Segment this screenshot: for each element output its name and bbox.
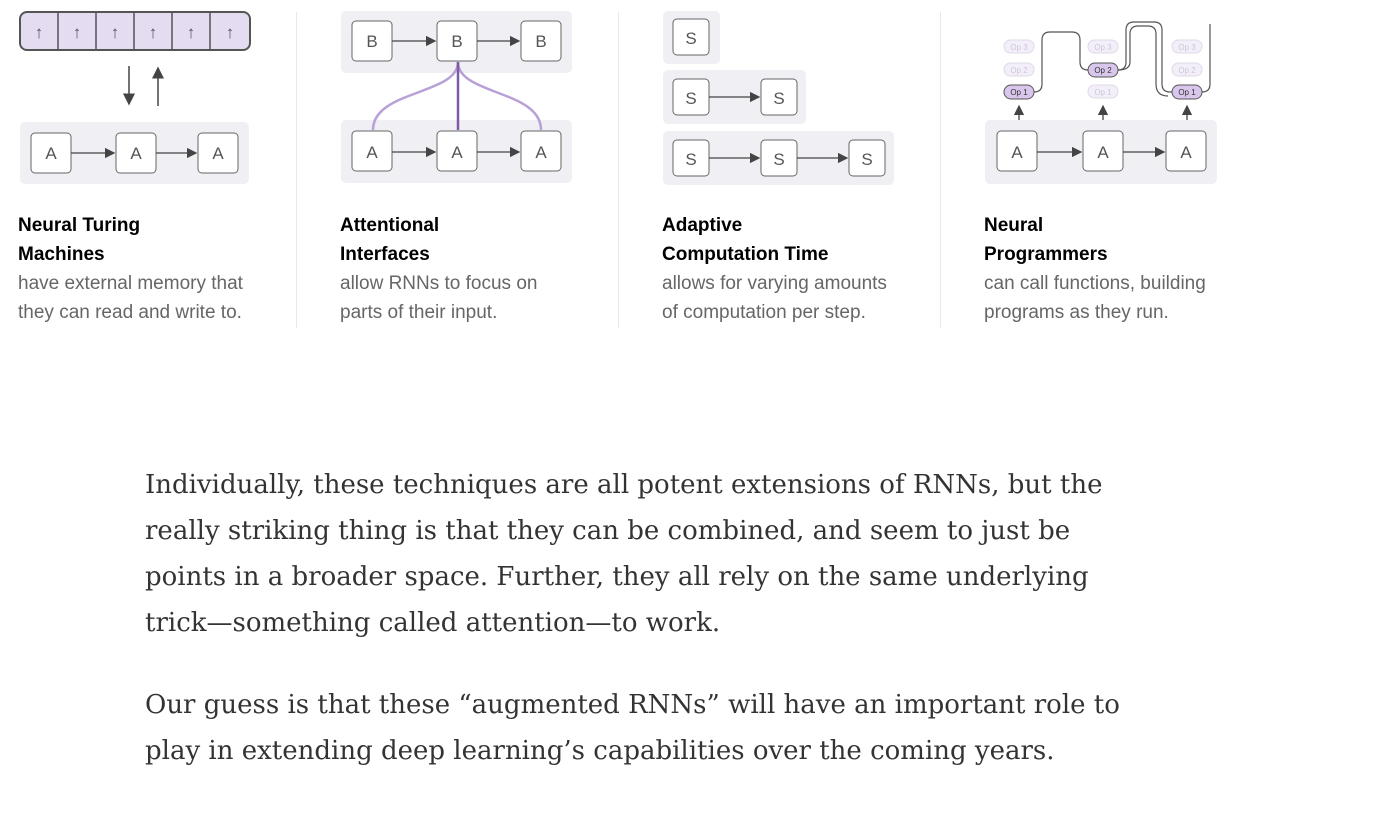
act-diagram: S S S S S S: [662, 0, 962, 200]
step-node: S: [685, 89, 696, 108]
figure-neural-turing-machines: ↑ ↑ ↑ ↑ ↑ ↑ A A A Neural Turing Machines…: [18, 0, 318, 330]
caption-title: Computation Time: [662, 244, 829, 265]
op-label: Op 3: [1010, 43, 1028, 52]
step-node: S: [685, 150, 696, 169]
rnn-node: A: [45, 144, 57, 163]
caption-title: Programmers: [984, 244, 1108, 265]
step-node: S: [773, 150, 784, 169]
rnn-node: A: [1011, 143, 1023, 162]
figure-attentional-interfaces: B B B A A A Attentional Interfaces allow…: [340, 0, 640, 330]
caption-description: of computation per step.: [662, 302, 866, 323]
op-column-3: Op 3 Op 2 Op 1: [1171, 39, 1203, 100]
output-nodes: B B B: [351, 20, 562, 62]
input-nodes: A A A: [351, 130, 562, 172]
text-line: play in extending deep learning’s capabi…: [145, 736, 1055, 766]
memory-cell: ↑: [149, 23, 158, 42]
op-label-active: Op 1: [1010, 88, 1028, 97]
controller-nodes: A A A: [30, 132, 239, 174]
caption-description: allows for varying amounts: [662, 273, 887, 294]
step-node: S: [861, 150, 872, 169]
article-body: Individually, these techniques are all p…: [145, 462, 1145, 810]
read-write-arrows: [123, 66, 164, 106]
output-node: B: [451, 32, 462, 51]
rnn-node: A: [1097, 143, 1109, 162]
rnn-node: A: [366, 143, 378, 162]
rnn-node: A: [212, 144, 224, 163]
paragraph: Individually, these techniques are all p…: [145, 462, 1145, 646]
caption-title: Attentional: [340, 215, 440, 236]
caption-description: parts of their input.: [340, 302, 498, 323]
step-row-1: S: [663, 11, 720, 64]
memory-cell: ↑: [73, 23, 82, 42]
text-line: Individually, these techniques are all p…: [145, 470, 1103, 500]
rnn-node: A: [1180, 143, 1192, 162]
caption-title: Neural Turing: [18, 215, 141, 236]
caption-title: Adaptive: [662, 215, 743, 236]
memory-cell: ↑: [35, 23, 44, 42]
step-row-2: S S: [663, 70, 806, 124]
rnn-node: A: [451, 143, 463, 162]
step-row-3: S S S: [663, 131, 894, 185]
ntm-diagram: ↑ ↑ ↑ ↑ ↑ ↑ A A A: [18, 0, 318, 200]
output-node: B: [366, 32, 377, 51]
paragraph: Our guess is that these “augmented RNNs”…: [145, 682, 1145, 774]
memory-cell: ↑: [187, 23, 196, 42]
op-label: Op 3: [1178, 43, 1196, 52]
memory-bank: ↑ ↑ ↑ ↑ ↑ ↑: [19, 11, 251, 51]
rnn-node: A: [535, 143, 547, 162]
op-label-active: Op 2: [1094, 66, 1112, 75]
caption-description: can call functions, building: [984, 273, 1206, 294]
op-label: Op 2: [1178, 66, 1196, 75]
op-column-1: Op 3 Op 2 Op 1: [1003, 39, 1035, 100]
text-line: Our guess is that these “augmented RNNs”…: [145, 690, 1120, 720]
step-node: S: [773, 89, 784, 108]
caption-title: Interfaces: [340, 244, 430, 265]
figure-caption: Adaptive Computation Time allows for var…: [662, 211, 962, 327]
caption-description: allow RNNs to focus on: [340, 273, 538, 294]
memory-cell: ↑: [111, 23, 120, 42]
rnn-node: A: [130, 144, 142, 163]
step-node: S: [685, 29, 696, 48]
caption-description: have external memory that: [18, 273, 243, 294]
memory-cell: ↑: [226, 23, 235, 42]
controller-nodes: A A A: [996, 130, 1207, 172]
caption-title: Machines: [18, 244, 105, 265]
figure-caption: Neural Turing Machines have external mem…: [18, 211, 318, 327]
op-label-active: Op 1: [1178, 88, 1196, 97]
text-line: trick—something called attention—to work…: [145, 608, 721, 638]
figure-caption: Neural Programmers can call functions, b…: [984, 211, 1284, 327]
neural-programmer-diagram: Op 3 Op 2 Op 1 Op 3 Op 2 Op 1 Op 3 Op 2 …: [984, 0, 1284, 200]
caption-title: Neural: [984, 215, 1044, 236]
output-node: B: [535, 32, 546, 51]
caption-description: they can read and write to.: [18, 302, 242, 323]
figure-neural-programmers: Op 3 Op 2 Op 1 Op 3 Op 2 Op 1 Op 3 Op 2 …: [984, 0, 1284, 330]
text-line: really striking thing is that they can b…: [145, 516, 1071, 546]
caption-description: programs as they run.: [984, 302, 1169, 323]
figure-caption: Attentional Interfaces allow RNNs to foc…: [340, 211, 640, 327]
text-line: points in a broader space. Further, they…: [145, 562, 1089, 592]
figure-adaptive-computation-time: S S S S S S Adaptive Computation Time al…: [662, 0, 962, 330]
augmented-rnn-figures: ↑ ↑ ↑ ↑ ↑ ↑ A A A Neural Turing Machines…: [0, 0, 1378, 340]
op-label: Op 3: [1094, 43, 1112, 52]
op-label: Op 1: [1094, 88, 1112, 97]
op-label: Op 2: [1010, 66, 1028, 75]
op-column-2: Op 3 Op 2 Op 1: [1087, 39, 1119, 99]
attention-diagram: B B B A A A: [340, 0, 640, 200]
